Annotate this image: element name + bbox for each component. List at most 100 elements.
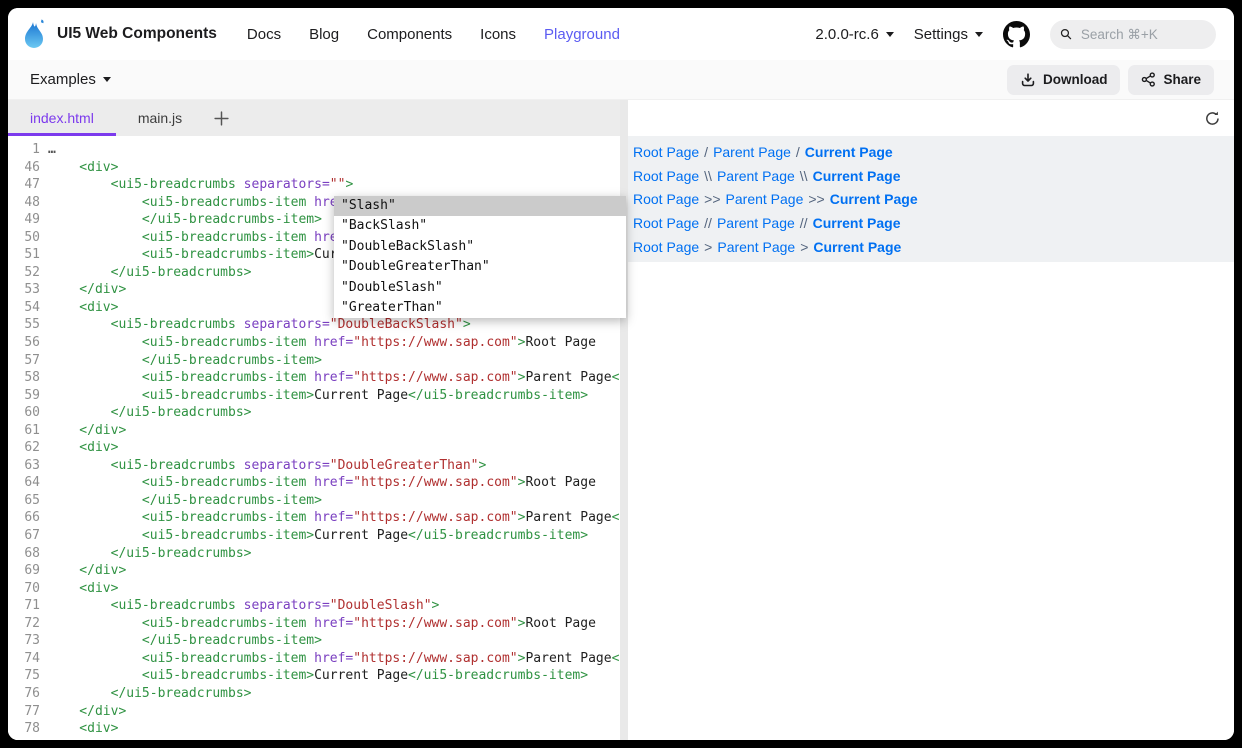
breadcrumb-link[interactable]: Root Page xyxy=(633,168,699,184)
chevron-down-icon xyxy=(103,77,111,82)
code-text: </ui5-breadcrumbs-item> xyxy=(40,492,322,510)
code-line: 62 <div> xyxy=(8,439,620,457)
code-text: <ui5-breadcrumbs-item href="https://www.… xyxy=(40,509,620,527)
line-number: 47 xyxy=(8,176,40,194)
breadcrumb-separator: / xyxy=(704,144,708,160)
autocomplete-option[interactable]: "DoubleBackSlash" xyxy=(334,237,626,257)
line-number: 63 xyxy=(8,457,40,475)
code-text: <ui5-breadcrumbs-item href="https://www.… xyxy=(40,334,596,352)
line-number: 67 xyxy=(8,527,40,545)
share-button[interactable]: Share xyxy=(1128,65,1214,95)
reload-icon[interactable] xyxy=(1204,110,1221,127)
breadcrumb-separator: >> xyxy=(704,191,720,207)
examples-dropdown[interactable]: Examples xyxy=(30,71,111,88)
line-number: 52 xyxy=(8,264,40,282)
code-editor-pane: index.htmlmain.js 1…46 <div>47 <ui5-brea… xyxy=(8,100,620,740)
autocomplete-option[interactable]: "DoubleSlash" xyxy=(334,278,626,298)
code-text: <ui5-breadcrumbs-item href="https://www.… xyxy=(40,369,620,387)
ui5-logo-icon xyxy=(22,18,48,50)
code-text: <ui5-breadcrumbs separators="DoubleGreat… xyxy=(40,457,486,475)
code-text: <ui5-breadcrumbs-item href="https://www.… xyxy=(40,650,620,668)
breadcrumb: Root Page>Parent Page>Current Page xyxy=(633,236,1234,260)
breadcrumb-link[interactable]: Parent Page xyxy=(726,191,804,207)
line-number: 55 xyxy=(8,316,40,334)
code-text: <div> xyxy=(40,299,118,317)
version-dropdown[interactable]: 2.0.0-rc.6 xyxy=(815,26,893,43)
breadcrumb-link[interactable]: Root Page xyxy=(633,191,699,207)
add-tab-button[interactable] xyxy=(204,100,238,136)
code-line: 58 <ui5-breadcrumbs-item href="https://w… xyxy=(8,369,620,387)
nav-link-icons[interactable]: Icons xyxy=(480,26,516,43)
code-line: 57 </ui5-breadcrumbs-item> xyxy=(8,352,620,370)
code-text: </ui5-breadcrumbs-item> xyxy=(40,632,322,650)
code-text: </ui5-breadcrumbs-item> xyxy=(40,211,322,229)
code-line: 69 </div> xyxy=(8,562,620,580)
code-text: <ui5-breadcrumbs separators=""> xyxy=(40,176,353,194)
settings-dropdown[interactable]: Settings xyxy=(914,26,983,43)
nav-link-components[interactable]: Components xyxy=(367,26,452,43)
search-box[interactable] xyxy=(1050,20,1216,49)
code-text: <ui5-breadcrumbs-item>Current Page</ui5-… xyxy=(40,667,588,685)
line-number: 75 xyxy=(8,667,40,685)
line-number: 68 xyxy=(8,545,40,563)
code-line: 64 <ui5-breadcrumbs-item href="https://w… xyxy=(8,474,620,492)
search-icon xyxy=(1060,27,1072,41)
code-line: 55 <ui5-breadcrumbs separators="DoubleBa… xyxy=(8,316,620,334)
breadcrumb-link[interactable]: Parent Page xyxy=(717,215,795,231)
line-number: 53 xyxy=(8,281,40,299)
line-number: 1 xyxy=(8,141,40,159)
breadcrumb-link[interactable]: Parent Page xyxy=(717,239,795,255)
breadcrumb-link[interactable]: Parent Page xyxy=(713,144,791,160)
breadcrumb-link[interactable]: Root Page xyxy=(633,215,699,231)
code-line: 76 </ui5-breadcrumbs> xyxy=(8,685,620,703)
code-line: 1… xyxy=(8,141,620,159)
line-number: 57 xyxy=(8,352,40,370)
share-label: Share xyxy=(1163,72,1201,87)
code-line: 78 <div> xyxy=(8,720,620,738)
code-line: 66 <ui5-breadcrumbs-item href="https://w… xyxy=(8,509,620,527)
playground-toolbar: Examples Download Share xyxy=(8,60,1234,100)
breadcrumb-link[interactable]: Root Page xyxy=(633,144,699,160)
download-button[interactable]: Download xyxy=(1007,65,1121,95)
autocomplete-dropdown: "Slash""BackSlash""DoubleBackSlash""Doub… xyxy=(334,196,626,318)
autocomplete-option[interactable]: "Slash" xyxy=(334,196,626,216)
code-line: 63 <ui5-breadcrumbs separators="DoubleGr… xyxy=(8,457,620,475)
preview-pane: Root Page/Parent Page/Current PageRoot P… xyxy=(628,100,1234,740)
share-icon xyxy=(1141,72,1156,87)
line-number: 71 xyxy=(8,597,40,615)
autocomplete-option[interactable]: "GreaterThan" xyxy=(334,298,626,318)
nav-link-playground[interactable]: Playground xyxy=(544,26,620,43)
line-number: 60 xyxy=(8,404,40,422)
breadcrumb-current: Current Page xyxy=(805,144,893,160)
tab-index-html[interactable]: index.html xyxy=(8,100,116,136)
line-number: 59 xyxy=(8,387,40,405)
tab-main-js[interactable]: main.js xyxy=(116,100,204,136)
nav-link-blog[interactable]: Blog xyxy=(309,26,339,43)
code-text: </ui5-breadcrumbs> xyxy=(40,545,252,563)
plus-icon xyxy=(213,110,230,127)
editor-tabs: index.htmlmain.js xyxy=(8,100,204,136)
breadcrumb-link[interactable]: Parent Page xyxy=(717,168,795,184)
autocomplete-option[interactable]: "DoubleGreaterThan" xyxy=(334,257,626,277)
settings-label: Settings xyxy=(914,26,968,43)
code-text: </ui5-breadcrumbs> xyxy=(40,404,252,422)
search-input[interactable] xyxy=(1079,26,1206,43)
version-label: 2.0.0-rc.6 xyxy=(815,26,878,43)
preview-topbar xyxy=(628,100,1234,136)
line-number: 66 xyxy=(8,509,40,527)
breadcrumb-link[interactable]: Root Page xyxy=(633,239,699,255)
examples-label: Examples xyxy=(30,71,96,88)
code-text: </div> xyxy=(40,562,126,580)
nav-link-docs[interactable]: Docs xyxy=(247,26,281,43)
github-icon[interactable] xyxy=(1003,21,1030,48)
code-text: </div> xyxy=(40,422,126,440)
breadcrumb-separator: // xyxy=(800,215,808,231)
preview-canvas: Root Page/Parent Page/Current PageRoot P… xyxy=(628,136,1234,262)
line-number: 73 xyxy=(8,632,40,650)
line-number: 50 xyxy=(8,229,40,247)
code-line: 67 <ui5-breadcrumbs-item>Current Page</u… xyxy=(8,527,620,545)
line-number: 56 xyxy=(8,334,40,352)
autocomplete-option[interactable]: "BackSlash" xyxy=(334,216,626,236)
code-text: </ui5-breadcrumbs> xyxy=(40,264,252,282)
breadcrumb: Root Page/Parent Page/Current Page xyxy=(633,141,1234,165)
